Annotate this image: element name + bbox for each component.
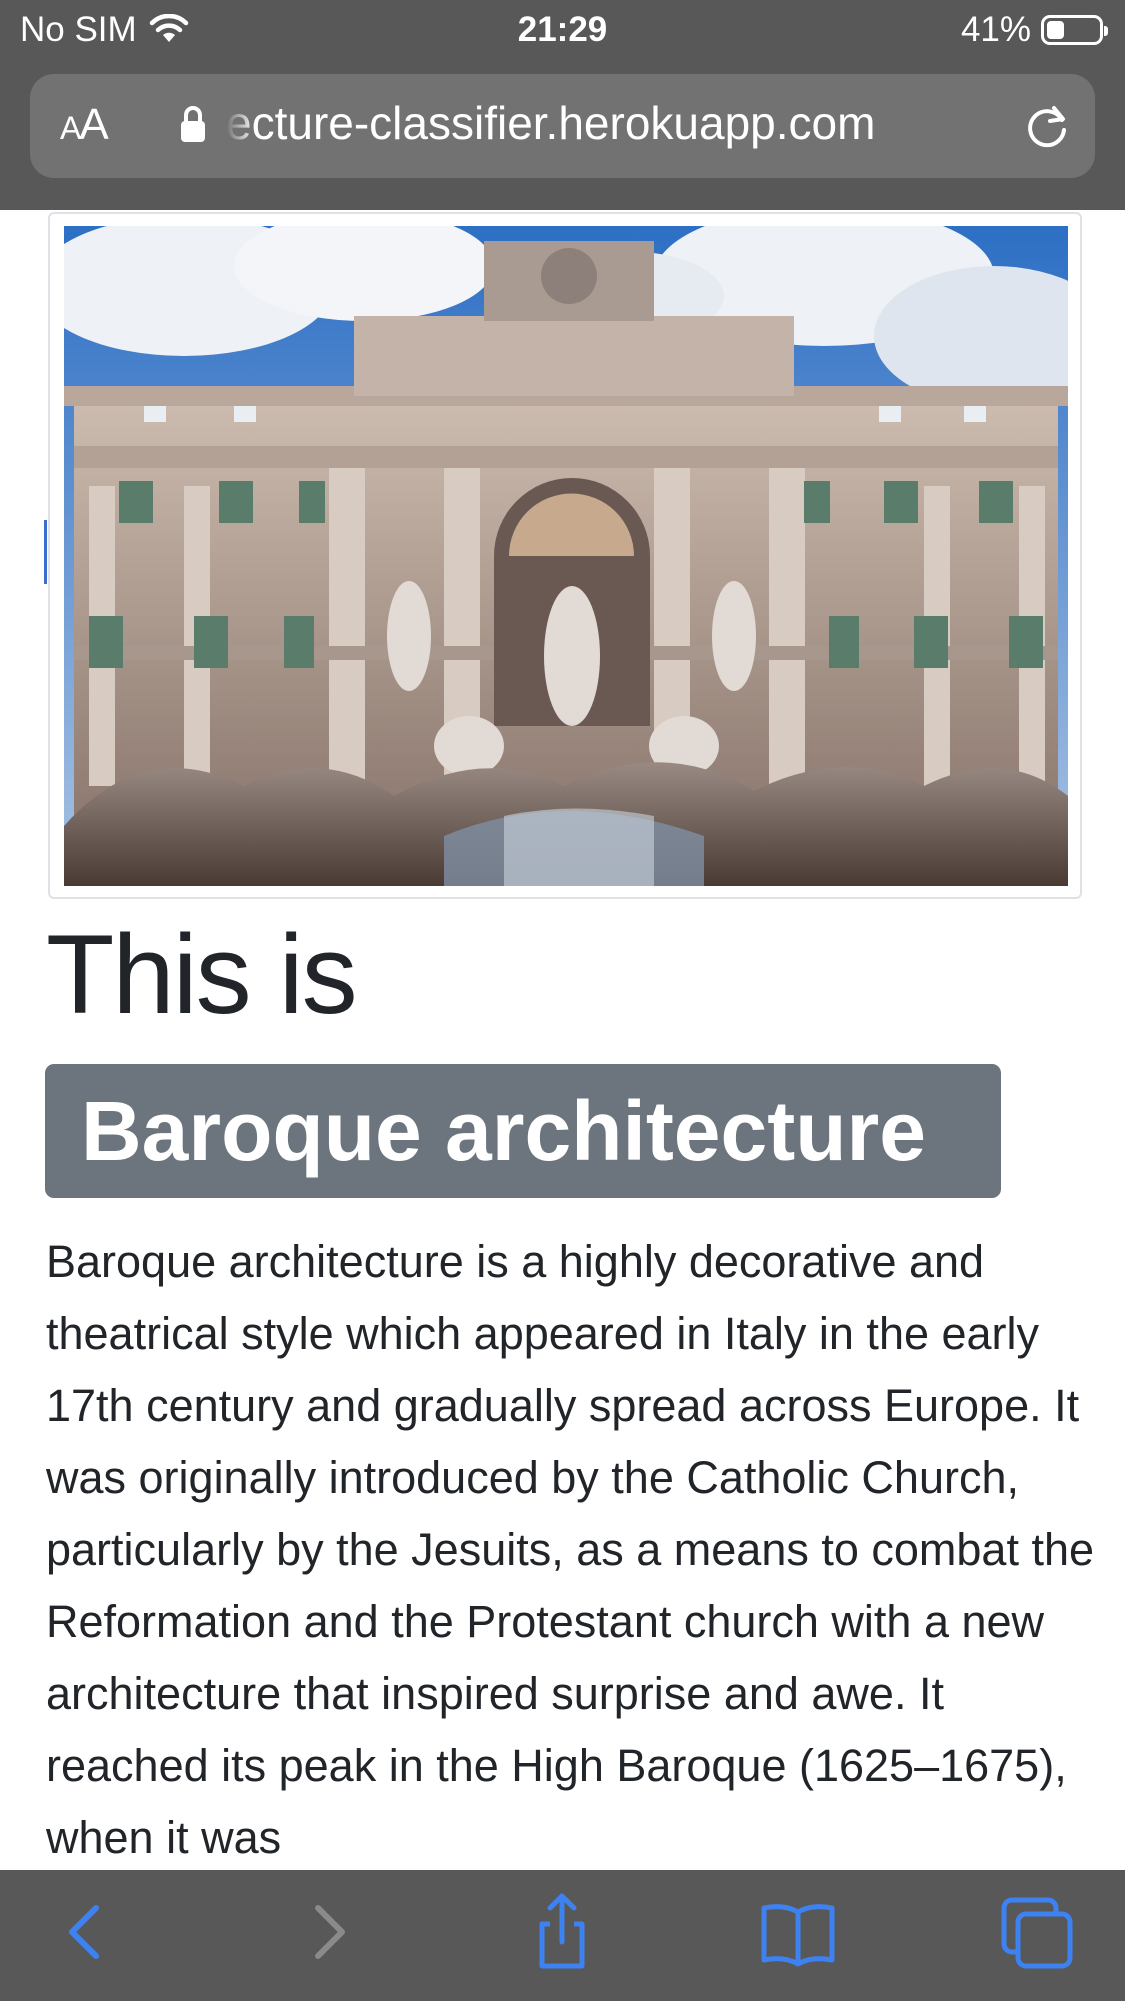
battery-percent: 41% <box>960 10 1031 49</box>
url-text[interactable]: ecture-classifier.herokuapp.com <box>226 96 1006 156</box>
status-bar: No SIM 21:29 41% <box>0 0 1125 62</box>
browser-top-bar: No SIM 21:29 41% AA ecture-classifier.he… <box>0 0 1125 210</box>
text-caret <box>44 520 47 584</box>
forward-icon[interactable] <box>288 1892 368 1972</box>
uploaded-photo <box>64 226 1068 886</box>
bookmarks-icon[interactable] <box>758 1892 838 1972</box>
reload-icon[interactable] <box>1021 100 1073 152</box>
lock-icon <box>181 106 205 142</box>
back-icon[interactable] <box>46 1892 126 1972</box>
tabs-icon[interactable] <box>998 1892 1078 1972</box>
battery-icon <box>1041 15 1108 45</box>
style-description: Baroque architecture is a highly decorat… <box>46 1236 1095 1863</box>
clock: 21:29 <box>517 10 608 49</box>
result-heading: This is <box>46 912 358 1037</box>
prediction-badge: Baroque architecture <box>45 1064 1001 1198</box>
image-thumbnail <box>48 212 1082 899</box>
address-bar[interactable]: AA ecture-classifier.herokuapp.com <box>30 74 1095 178</box>
text-size-button[interactable]: AA <box>60 100 109 150</box>
status-right: 41% <box>960 10 1108 50</box>
share-icon[interactable] <box>522 1892 602 1972</box>
browser-toolbar <box>0 1870 1125 2001</box>
